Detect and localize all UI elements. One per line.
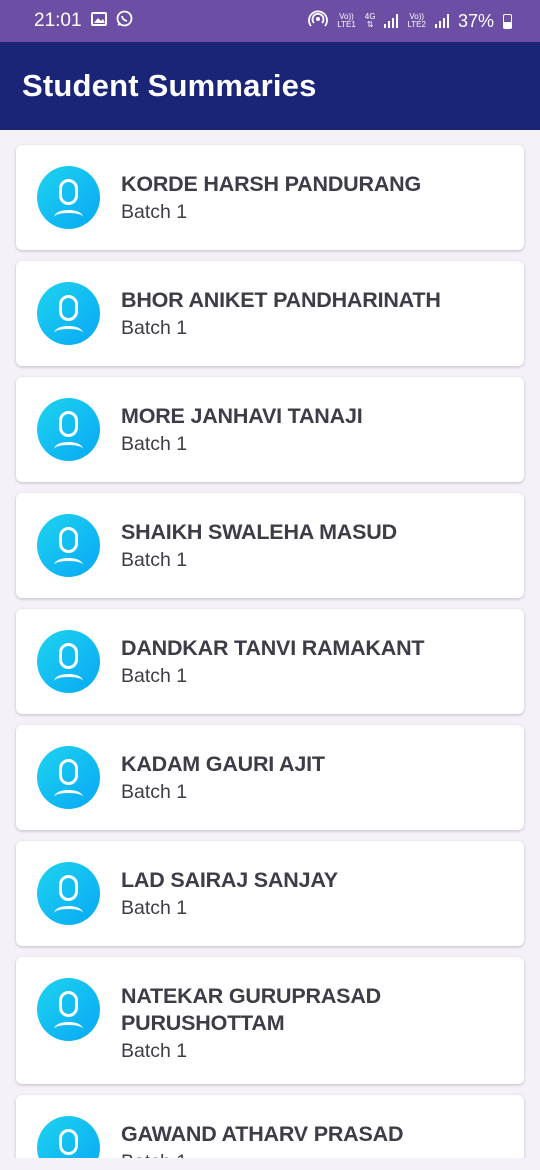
sim2-signal-icon xyxy=(434,14,449,28)
battery-percent: 37% xyxy=(457,10,494,31)
student-name: KORDE HARSH PANDURANG xyxy=(121,172,421,196)
student-name: LAD SAIRAJ SANJAY xyxy=(121,868,338,892)
user-avatar-icon xyxy=(37,282,100,345)
student-name: BHOR ANIKET PANDHARINATH xyxy=(121,288,441,312)
bottom-edge xyxy=(0,1158,540,1170)
student-name: SHAIKH SWALEHA MASUD xyxy=(121,520,397,544)
status-bar: 21:01 Vo)) LTE1 4G ⇅ Vo)) LTE2 37% xyxy=(0,0,540,42)
battery-icon xyxy=(503,13,512,29)
network-type-label: 4G ⇅ xyxy=(365,13,376,29)
student-card[interactable]: SHAIKH SWALEHA MASUD Batch 1 xyxy=(16,493,524,598)
student-card[interactable]: KADAM GAURI AJIT Batch 1 xyxy=(16,725,524,830)
status-time: 21:01 xyxy=(34,10,82,31)
status-left: 21:01 xyxy=(34,10,133,33)
user-avatar-icon xyxy=(37,398,100,461)
whatsapp-notification-icon xyxy=(116,10,133,33)
student-batch: Batch 1 xyxy=(121,433,188,455)
student-name: GAWAND ATHARV PRASAD xyxy=(121,1122,404,1146)
student-card[interactable]: BHOR ANIKET PANDHARINATH Batch 1 xyxy=(16,261,524,366)
student-batch: Batch 1 xyxy=(121,897,188,919)
student-name: MORE JANHAVI TANAJI xyxy=(121,404,363,428)
sim1-volte-bottom: LTE1 xyxy=(337,20,356,29)
sim1-volte-label: Vo)) LTE1 xyxy=(337,13,356,29)
student-batch: Batch 1 xyxy=(121,665,188,687)
student-batch: Batch 1 xyxy=(121,317,188,339)
sim2-volte-label: Vo)) LTE2 xyxy=(407,13,426,29)
app-bar: Student Summaries xyxy=(0,42,540,130)
user-avatar-icon xyxy=(37,978,100,1041)
student-card[interactable]: NATEKAR GURUPRASAD PURUSHOTTAM Batch 1 xyxy=(16,957,524,1084)
sim2-volte-bottom: LTE2 xyxy=(407,20,426,29)
student-card[interactable]: LAD SAIRAJ SANJAY Batch 1 xyxy=(16,841,524,946)
status-right: Vo)) LTE1 4G ⇅ Vo)) LTE2 37% xyxy=(308,9,512,33)
student-name: KADAM GAURI AJIT xyxy=(121,752,325,776)
sim1-signal-icon xyxy=(384,14,399,28)
student-batch: Batch 1 xyxy=(121,781,188,803)
student-batch: Batch 1 xyxy=(121,201,188,223)
user-avatar-icon xyxy=(37,514,100,577)
student-name: NATEKAR GURUPRASAD PURUSHOTTAM xyxy=(121,984,381,1035)
student-batch: Batch 1 xyxy=(121,1040,188,1062)
user-avatar-icon xyxy=(37,166,100,229)
data-arrows-icon: ⇅ xyxy=(366,20,374,29)
user-avatar-icon xyxy=(37,746,100,809)
student-card[interactable]: KORDE HARSH PANDURANG Batch 1 xyxy=(16,145,524,250)
gallery-notification-icon xyxy=(90,10,107,32)
student-name: DANDKAR TANVI RAMAKANT xyxy=(121,636,425,660)
page-title: Student Summaries xyxy=(22,68,317,103)
student-card[interactable]: MORE JANHAVI TANAJI Batch 1 xyxy=(16,377,524,482)
student-card[interactable]: DANDKAR TANVI RAMAKANT Batch 1 xyxy=(16,609,524,714)
hotspot-icon xyxy=(308,9,329,33)
user-avatar-icon xyxy=(37,862,100,925)
student-batch: Batch 1 xyxy=(121,549,188,571)
user-avatar-icon xyxy=(37,630,100,693)
